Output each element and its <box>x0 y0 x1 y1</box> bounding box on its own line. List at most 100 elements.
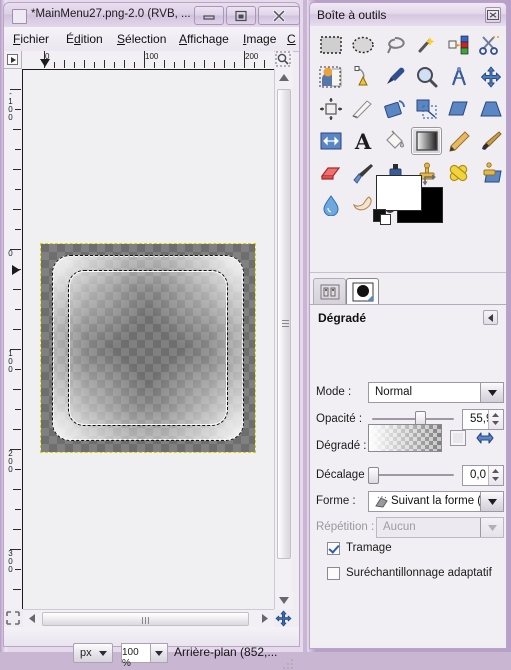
color-area[interactable] <box>373 173 443 227</box>
eraser-tool[interactable] <box>315 159 346 187</box>
crop-tool[interactable] <box>347 95 378 123</box>
mode-dropdown-button[interactable] <box>480 383 503 402</box>
gradient-reverse-checkbox[interactable] <box>450 430 466 446</box>
shape-dropdown-button[interactable] <box>480 492 503 511</box>
menu-edition[interactable]: Édition <box>63 31 106 47</box>
ruler-origin-button[interactable] <box>4 51 22 69</box>
toolbox-titlebar[interactable]: Boîte à outils <box>309 2 507 26</box>
spin-up-icon <box>492 413 499 417</box>
rect-select-icon <box>319 36 342 54</box>
shape-combo[interactable]: Suivant la forme (e... <box>368 491 504 512</box>
image-canvas[interactable] <box>40 243 256 453</box>
spin-down-icon <box>492 477 499 481</box>
zoom-image-button[interactable] <box>275 51 293 69</box>
bucket-fill-tool[interactable] <box>379 127 410 155</box>
tool-options-tab[interactable] <box>346 278 379 304</box>
foreground-select-icon <box>319 66 341 88</box>
offset-slider-track[interactable] <box>372 474 454 476</box>
vertical-scroll-thumb[interactable] <box>277 89 291 559</box>
zoom-tool[interactable] <box>411 63 442 91</box>
horizontal-scroll-thumb[interactable] <box>42 612 249 626</box>
gradient-tool[interactable] <box>411 127 442 155</box>
vruler-position-marker <box>12 265 20 275</box>
perspective-clone-tool[interactable] <box>475 159 506 187</box>
flip-tool[interactable] <box>315 127 346 155</box>
close-button[interactable] <box>258 6 300 25</box>
menu-image[interactable]: Image <box>240 31 279 47</box>
mode-row: Mode : Normal <box>310 381 504 405</box>
perspective-tool[interactable] <box>475 95 506 123</box>
reverse-gradient-icon[interactable] <box>475 429 495 447</box>
vruler-ticks <box>4 69 22 609</box>
offset-spin-buttons[interactable] <box>488 466 503 485</box>
shear-tool[interactable] <box>443 95 474 123</box>
rotate-tool[interactable] <box>379 95 410 123</box>
dither-checkbox[interactable] <box>327 542 340 555</box>
toolbox-close-button[interactable] <box>485 7 501 23</box>
mode-combo[interactable]: Normal <box>368 382 504 403</box>
collapse-button[interactable] <box>483 310 498 325</box>
text-tool[interactable]: A <box>347 127 378 155</box>
pencil-tool[interactable] <box>443 127 474 155</box>
opacity-spinbox[interactable]: 55,9 <box>462 409 504 430</box>
opacity-spin-buttons[interactable] <box>488 410 503 429</box>
tool-grid: A <box>311 27 505 269</box>
opacity-slider-track[interactable] <box>372 418 454 420</box>
device-status-tab[interactable] <box>313 278 346 304</box>
alignment-tool[interactable] <box>315 95 346 123</box>
heal-tool[interactable] <box>443 159 474 187</box>
paths-tool[interactable] <box>347 63 378 91</box>
vertical-scrollbar[interactable] <box>274 69 293 609</box>
scroll-down-button[interactable] <box>275 592 293 609</box>
swap-colors-icon[interactable] <box>422 173 438 187</box>
minimize-button[interactable] <box>194 6 224 25</box>
repeat-dropdown-button <box>480 518 503 537</box>
maximize-button[interactable] <box>226 6 256 25</box>
scroll-right-button[interactable] <box>256 610 274 627</box>
free-select-tool[interactable] <box>379 31 410 59</box>
mode-label: Mode : <box>316 386 352 398</box>
align-icon <box>319 98 342 120</box>
image-window-titlebar[interactable]: *MainMenu27.png-2.0 (RVB, ... <box>3 2 300 27</box>
image-window-title: *MainMenu27.png-2.0 (RVB, ... <box>31 8 191 20</box>
foreground-color-swatch[interactable] <box>376 175 422 211</box>
offset-spinbox[interactable]: 0,0 <box>462 465 504 486</box>
menu-selection[interactable]: Sélection <box>114 31 169 47</box>
default-colors-bg-icon[interactable] <box>380 214 391 225</box>
ellipse-select-tool[interactable] <box>347 31 378 59</box>
perspective-clone-icon <box>483 162 502 183</box>
menu-calque[interactable]: C <box>284 31 299 47</box>
scissors-select-tool[interactable] <box>475 31 506 59</box>
canvas-area[interactable] <box>23 70 274 609</box>
menu-fichier[interactable]: Fichier <box>10 31 52 47</box>
adaptive-supersampling-checkbox[interactable] <box>327 567 340 580</box>
navigation-button[interactable] <box>275 610 292 627</box>
rect-select-tool[interactable] <box>315 31 346 59</box>
repeat-value: Aucun <box>383 521 416 533</box>
zoom-dropdown-button[interactable] <box>150 644 167 662</box>
chevron-left-icon <box>488 314 493 322</box>
scroll-up-button[interactable] <box>275 69 293 86</box>
scale-tool[interactable] <box>411 95 442 123</box>
select-by-color-tool[interactable] <box>443 31 474 59</box>
shape-burst-icon <box>375 496 388 508</box>
water-drop-icon <box>322 195 339 216</box>
zoom-selector[interactable]: 100 % <box>121 643 168 669</box>
color-picker-tool[interactable] <box>379 63 410 91</box>
move-tool[interactable] <box>475 63 506 91</box>
quick-mask-toggle[interactable] <box>5 610 22 627</box>
status-message: Arrière-plan (852,... <box>174 645 278 659</box>
foreground-select-tool[interactable] <box>315 63 346 91</box>
measure-tool[interactable] <box>443 63 474 91</box>
paintbrush-tool[interactable] <box>475 127 506 155</box>
unit-selector[interactable]: px <box>73 643 113 663</box>
horizontal-scrollbar[interactable] <box>23 609 274 627</box>
gradient-icon <box>415 131 438 151</box>
fuzzy-select-tool[interactable] <box>411 31 442 59</box>
blur-sharpen-tool[interactable] <box>315 191 346 219</box>
gradient-preview[interactable] <box>368 424 442 452</box>
scroll-left-button[interactable] <box>23 610 41 627</box>
menu-affichage[interactable]: Affichage <box>176 31 232 47</box>
offset-slider-thumb[interactable] <box>368 467 379 484</box>
resize-grip[interactable] <box>282 658 294 670</box>
